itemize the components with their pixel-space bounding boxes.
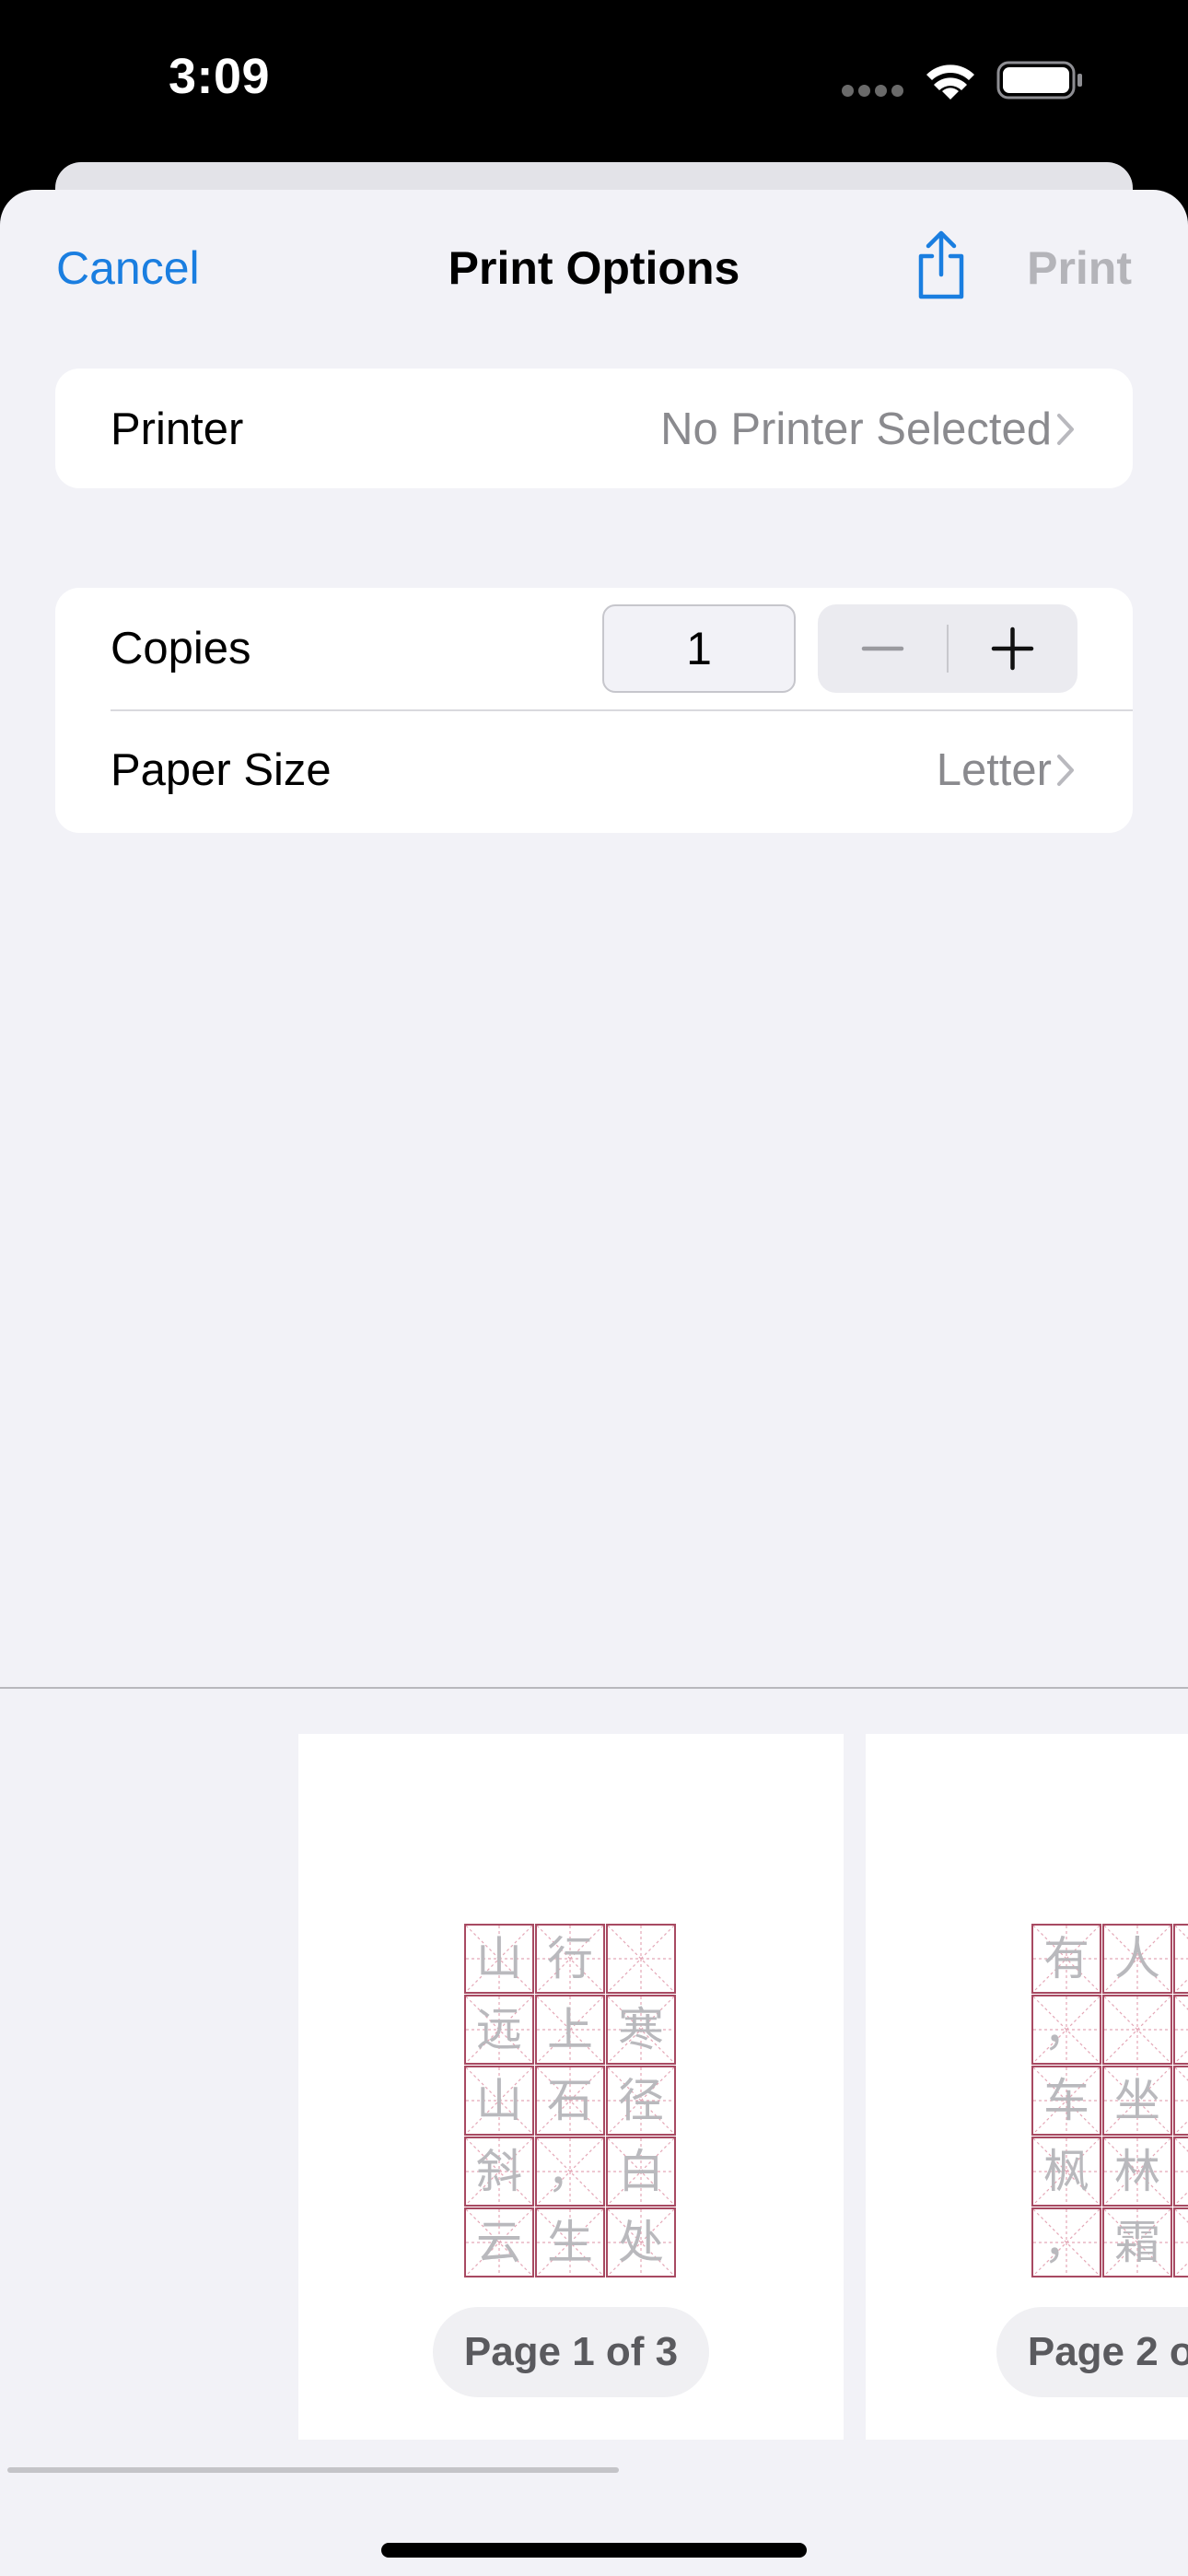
printer-value: No Printer Selected — [660, 404, 1052, 454]
copies-stepper — [818, 604, 1077, 693]
trace-character: 石 — [547, 2074, 593, 2127]
grid-cell: 径 — [606, 2066, 676, 2136]
grid-cell: 行 — [535, 1924, 605, 1994]
grid-cell: ， — [535, 2137, 605, 2207]
printer-row[interactable]: Printer No Printer Selected — [55, 369, 1133, 488]
battery-icon — [996, 61, 1082, 100]
page-preview-2[interactable]: 有人 ， 车坐枫林 ， 霜 Page 2 of 3 — [866, 1734, 1188, 2440]
trace-character: 林 — [1114, 2145, 1160, 2198]
increment-button[interactable] — [948, 604, 1077, 693]
page-title: Print Options — [448, 242, 740, 294]
trace-character: 坐 — [1114, 2074, 1160, 2127]
trace-character: ， — [1043, 2003, 1089, 2056]
grid-cell — [1173, 2137, 1188, 2207]
grid-cell: 石 — [535, 2066, 605, 2136]
grid-cell: 上 — [535, 1995, 605, 2065]
grid-cell: ， — [1031, 1995, 1101, 2065]
trace-character — [1175, 1996, 1188, 2063]
trace-character: ， — [1043, 2216, 1089, 2269]
grid-cell — [1173, 2207, 1188, 2277]
grid-cell: 林 — [1102, 2137, 1172, 2207]
trace-character: 处 — [618, 2216, 664, 2269]
trace-character: 车 — [1043, 2074, 1089, 2127]
grid-cell: 远 — [464, 1995, 534, 2065]
trace-character: 斜 — [476, 2145, 522, 2198]
grid-cell — [1173, 1924, 1188, 1994]
horizontal-scrollbar[interactable] — [7, 2467, 619, 2473]
trace-character — [1175, 2067, 1188, 2134]
trace-character: 白 — [618, 2145, 664, 2198]
trace-character: 寒 — [618, 2003, 664, 2056]
grid-cell: 白 — [606, 2137, 676, 2207]
trace-character — [1175, 1926, 1188, 1992]
grid-cell: 山 — [464, 2066, 534, 2136]
grid-cell — [1173, 1995, 1188, 2065]
trace-character — [1175, 2138, 1188, 2205]
grid-cell: 车 — [1031, 2066, 1101, 2136]
trace-character — [1104, 1996, 1171, 2063]
options-group: Copies 1 Paper Size Letter — [55, 588, 1133, 833]
print-button[interactable]: Print — [1027, 241, 1132, 295]
decrement-button[interactable] — [818, 604, 948, 693]
grid-cell: 有 — [1031, 1924, 1101, 1994]
trace-character: 生 — [547, 2216, 593, 2269]
trace-character: 山 — [476, 1932, 522, 1985]
grid-cell: 寒 — [606, 1995, 676, 2065]
chevron-right-icon — [1057, 755, 1074, 786]
grid-cell: 处 — [606, 2207, 676, 2277]
grid-cell: 坐 — [1102, 2066, 1172, 2136]
grid-cell — [1102, 1995, 1172, 2065]
trace-character: 山 — [476, 2074, 522, 2127]
grid-cell: 霜 — [1102, 2207, 1172, 2277]
preview-separator — [0, 1687, 1188, 1689]
grid-cell: 云 — [464, 2207, 534, 2277]
trace-character — [1175, 2209, 1188, 2276]
cellular-signal-icon — [842, 85, 904, 98]
printer-label: Printer — [111, 404, 244, 454]
trace-character: 径 — [618, 2074, 664, 2127]
trace-character: 有 — [1043, 1932, 1089, 1985]
trace-character: 行 — [547, 1932, 593, 1985]
paper-size-value: Letter — [936, 745, 1052, 795]
grid-cell: 人 — [1102, 1924, 1172, 1994]
grid-cell — [1173, 2066, 1188, 2136]
home-indicator[interactable] — [381, 2543, 807, 2558]
wifi-icon — [926, 64, 974, 100]
status-time: 3:09 — [169, 49, 271, 104]
grid-cell: 枫 — [1031, 2137, 1101, 2207]
page-preview-1[interactable]: 山行远上寒山石径斜，白云生处 Page 1 of 3 — [298, 1734, 844, 2440]
grid-cell: 斜 — [464, 2137, 534, 2207]
share-icon[interactable] — [912, 228, 971, 302]
trace-character: 霜 — [1114, 2216, 1160, 2269]
trace-character: 上 — [547, 2003, 593, 2056]
chevron-right-icon — [1057, 414, 1074, 445]
trace-character: 人 — [1114, 1932, 1160, 1985]
print-options-sheet: Cancel Print Options Print Printer No Pr… — [0, 190, 1188, 2576]
copies-field[interactable]: 1 — [602, 604, 796, 693]
trace-character: 枫 — [1043, 2145, 1089, 2198]
trace-character: 云 — [476, 2216, 522, 2269]
trace-character: 远 — [476, 2003, 522, 2056]
grid-cell — [606, 1924, 676, 1994]
grid-cell: 山 — [464, 1924, 534, 1994]
grid-cell: ， — [1031, 2207, 1101, 2277]
copies-label: Copies — [111, 624, 251, 673]
page-label: Page 2 of 3 — [996, 2307, 1188, 2397]
page-label: Page 1 of 3 — [433, 2307, 709, 2397]
trace-character: ， — [547, 2145, 593, 2198]
grid-cell: 生 — [535, 2207, 605, 2277]
trace-character — [608, 1926, 674, 1992]
